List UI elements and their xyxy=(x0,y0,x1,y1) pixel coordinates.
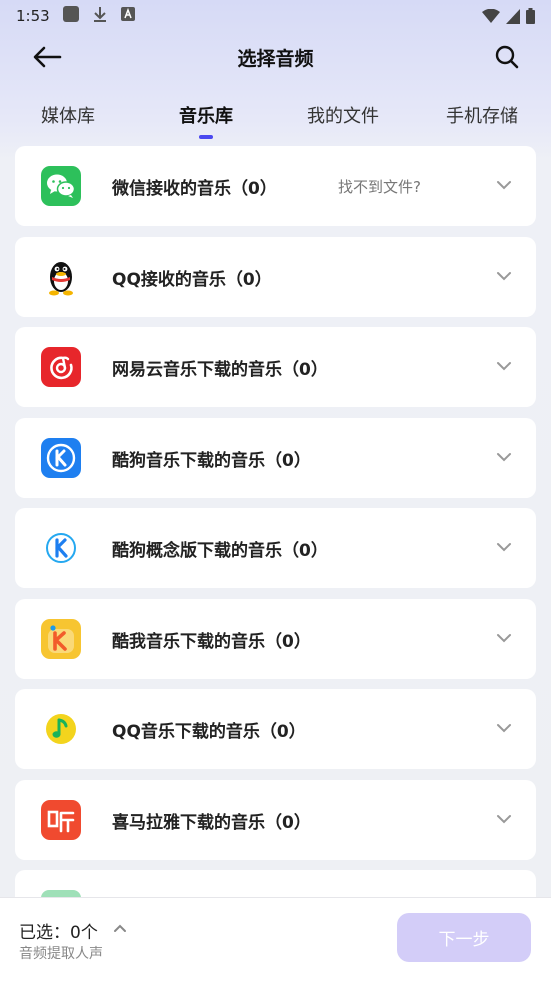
bottom-selection-bar: 已选：0个 音频提取人声 下一步 xyxy=(0,897,551,982)
chevron-down-icon xyxy=(497,452,511,461)
cant-find-file-link[interactable]: 找不到文件? xyxy=(338,176,421,197)
kugou-concept-icon xyxy=(41,528,81,568)
qq-music-icon xyxy=(41,709,81,749)
tab-active-indicator xyxy=(199,135,213,139)
tab-phone-storage[interactable]: 手机存储 xyxy=(446,102,518,128)
list-item-qq[interactable]: QQ接收的音乐（0） xyxy=(15,236,536,317)
source-label: 网易云音乐下载的音乐（0） xyxy=(112,360,328,380)
vocal-extract-note: 音频提取人声 xyxy=(19,946,103,962)
wifi-icon xyxy=(482,8,500,23)
chevron-down-icon xyxy=(497,271,511,280)
chevron-down-icon xyxy=(497,814,511,823)
status-right-icons xyxy=(482,8,535,24)
tab-my-files[interactable]: 我的文件 xyxy=(307,102,379,128)
signal-icon xyxy=(506,8,520,24)
list-item-kugou-concept[interactable]: 酷狗概念版下载的音乐（0） xyxy=(15,508,536,588)
wechat-icon xyxy=(41,166,81,206)
page-title: 选择音频 xyxy=(237,47,314,70)
qq-penguin-icon xyxy=(41,256,81,297)
source-label: 酷我音乐下载的音乐（0） xyxy=(112,631,311,652)
chevron-up-icon[interactable] xyxy=(113,923,127,933)
back-button[interactable] xyxy=(30,44,64,70)
list-item-wechat[interactable]: 微信接收的音乐（0） 找不到文件? xyxy=(15,146,536,226)
list-item-kuwo[interactable]: 酷我音乐下载的音乐（0） xyxy=(15,598,536,679)
status-time: 1:53 xyxy=(16,7,50,25)
arrow-left-icon xyxy=(33,46,62,68)
tab-music-library[interactable]: 音乐库 xyxy=(179,102,233,128)
square-notification-icon xyxy=(62,5,80,27)
list-item-ximalaya[interactable]: 喜马拉雅下载的音乐（0） xyxy=(15,779,536,860)
chevron-down-icon xyxy=(497,181,511,190)
source-label: 微信接收的音乐（0） xyxy=(112,179,277,199)
ximalaya-icon xyxy=(41,799,81,840)
list-item-netease[interactable]: 网易云音乐下载的音乐（0） xyxy=(15,327,536,407)
list-item-qq-music[interactable]: QQ音乐下载的音乐（0） xyxy=(15,689,536,769)
source-label: 喜马拉雅下载的音乐（0） xyxy=(112,812,311,833)
source-label: QQ接收的音乐（0） xyxy=(112,269,272,290)
kuwo-icon xyxy=(41,618,81,659)
search-button[interactable] xyxy=(493,43,521,71)
selected-count: 已选：0个 xyxy=(19,923,98,943)
download-icon xyxy=(92,5,108,27)
tab-media-library[interactable]: 媒体库 xyxy=(41,102,95,128)
netease-music-icon xyxy=(41,347,81,387)
source-label: 酷狗音乐下载的音乐（0） xyxy=(112,450,311,471)
app-bar: 选择音频 xyxy=(0,32,551,82)
a-badge-icon xyxy=(120,6,136,26)
kugou-icon xyxy=(41,437,81,478)
source-label: 酷狗概念版下载的音乐（0） xyxy=(112,541,328,561)
list-item-kugou[interactable]: 酷狗音乐下载的音乐（0） xyxy=(15,417,536,498)
chevron-down-icon xyxy=(497,543,511,552)
chevron-down-icon xyxy=(497,724,511,733)
tab-bar: 媒体库 音乐库 我的文件 手机存储 xyxy=(0,92,551,140)
source-label: QQ音乐下载的音乐（0） xyxy=(112,722,306,742)
chevron-down-icon xyxy=(497,362,511,371)
battery-icon xyxy=(526,8,535,24)
chevron-down-icon xyxy=(497,633,511,642)
next-step-button[interactable]: 下一步 xyxy=(397,913,531,962)
status-bar: 1:53 xyxy=(0,0,551,32)
search-icon xyxy=(495,45,519,69)
